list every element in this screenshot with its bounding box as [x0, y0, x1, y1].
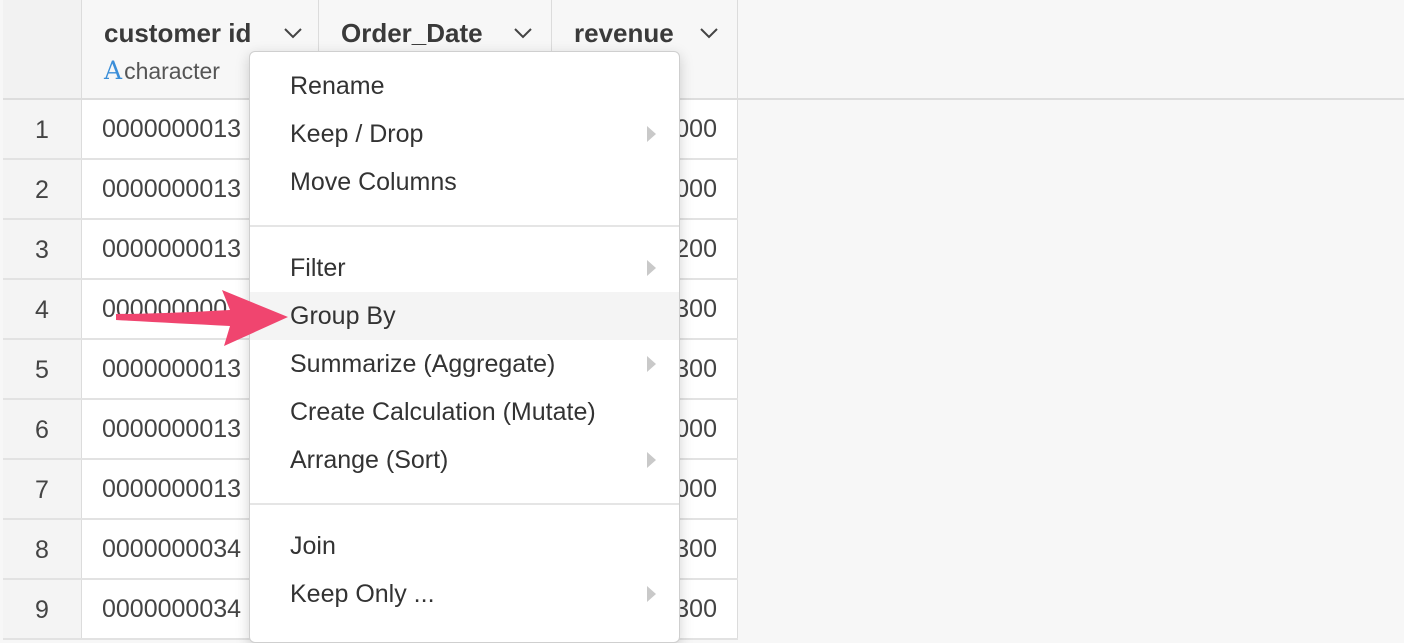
row-number: 7	[3, 460, 82, 518]
menu-item-label: Summarize (Aggregate)	[290, 350, 556, 378]
menu-item-label: Arrange (Sort)	[290, 446, 449, 474]
menu-item-label: Join	[290, 532, 336, 560]
menu-item-create-calculation[interactable]: Create Calculation (Mutate)	[250, 388, 679, 436]
menu-item-label: Group By	[290, 302, 396, 330]
menu-item-label: Create Calculation (Mutate)	[290, 398, 596, 426]
character-type-icon: A	[104, 56, 123, 85]
menu-item-join[interactable]: Join	[250, 522, 679, 570]
cell-revenue: 300	[675, 295, 717, 323]
cell-revenue: 000	[675, 175, 717, 203]
menu-item-move-columns[interactable]: Move Columns	[250, 158, 679, 206]
cell-customer-id: 0000000013	[102, 235, 242, 263]
row-number: 8	[3, 520, 82, 578]
caret-right-icon	[647, 126, 656, 142]
column-name: customer id	[104, 18, 252, 48]
caret-right-icon	[647, 586, 656, 602]
menu-item-label: Filter	[290, 254, 346, 282]
row-number: 2	[3, 160, 82, 218]
caret-right-icon	[647, 356, 656, 372]
menu-divider	[250, 225, 679, 227]
cell-customer-id: 0000000013	[102, 475, 242, 503]
cell-customer-id: 0000000013	[102, 115, 242, 143]
chevron-down-icon[interactable]	[282, 22, 304, 44]
row-number: 1	[3, 100, 82, 158]
cell-revenue: 000	[675, 115, 717, 143]
chevron-down-icon[interactable]	[698, 22, 720, 44]
menu-item-label: Move Columns	[290, 168, 457, 196]
cell-customer-id: 0000000013	[102, 175, 242, 203]
cell-revenue: 300	[675, 595, 717, 623]
row-number: 9	[3, 580, 82, 638]
row-number: 3	[3, 220, 82, 278]
menu-item-label: Keep / Drop	[290, 120, 424, 148]
menu-item-filter[interactable]: Filter	[250, 244, 679, 292]
pink-arrow-icon	[116, 290, 288, 346]
menu-item-summarize[interactable]: Summarize (Aggregate)	[250, 340, 679, 388]
row-number-header	[3, 0, 82, 98]
cell-customer-id: 0000000013	[102, 415, 242, 443]
column-type-label: character	[124, 58, 220, 84]
cell-customer-id: 0000000034	[102, 595, 242, 623]
cell-customer-id: 0000000034	[102, 535, 242, 563]
menu-divider	[250, 503, 679, 505]
menu-item-group-by[interactable]: Group By	[250, 292, 679, 340]
row-number: 6	[3, 400, 82, 458]
menu-item-arrange[interactable]: Arrange (Sort)	[250, 436, 679, 484]
column-name: revenue	[574, 18, 674, 48]
caret-right-icon	[647, 452, 656, 468]
column-type: Acharacter	[104, 56, 220, 85]
cell-revenue: 300	[675, 355, 717, 383]
cell-revenue: 200	[675, 235, 717, 263]
cell-revenue: 000	[675, 475, 717, 503]
menu-item-label: Rename	[290, 72, 385, 100]
chevron-down-icon[interactable]	[512, 22, 534, 44]
row-number: 5	[3, 340, 82, 398]
row-number: 4	[3, 280, 82, 338]
menu-item-keep-drop[interactable]: Keep / Drop	[250, 110, 679, 158]
caret-right-icon	[647, 260, 656, 276]
menu-item-keep-only[interactable]: Keep Only ...	[250, 570, 679, 618]
cell-revenue: 000	[675, 415, 717, 443]
menu-item-rename[interactable]: Rename	[250, 62, 679, 110]
column-name: Order_Date	[341, 18, 483, 48]
menu-item-label: Keep Only ...	[290, 580, 435, 608]
cell-revenue: 300	[675, 535, 717, 563]
column-context-menu: Rename Keep / Drop Move Columns Filter G…	[249, 51, 680, 643]
